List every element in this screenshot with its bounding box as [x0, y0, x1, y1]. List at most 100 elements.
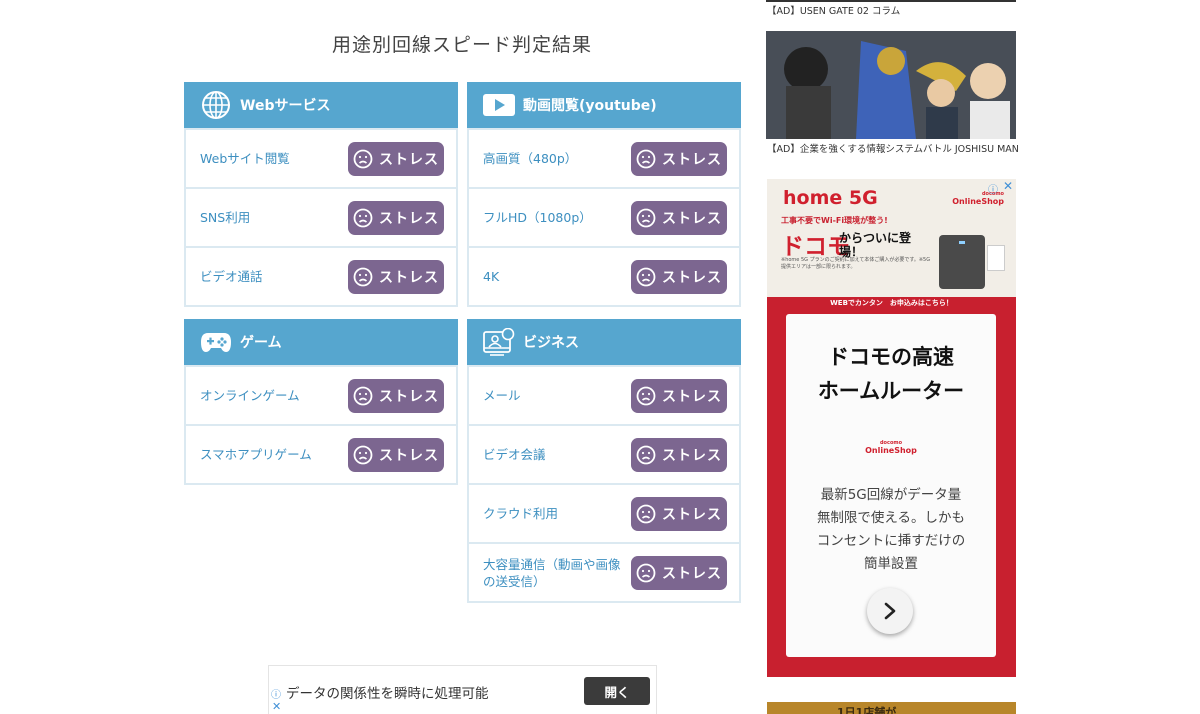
shop-label: OnlineShop — [865, 446, 917, 455]
sad-face-icon — [636, 149, 656, 168]
ad-caption-joshisu[interactable]: 【AD】企業を強くする情報システムバトル JOSHISU MAN — [767, 141, 1019, 155]
router-image — [939, 235, 985, 289]
ad-bottom-strip[interactable]: 1日1店舗が — [767, 702, 1016, 714]
web-apply-text: WEBでカンタン お申込みはこちら！ — [830, 299, 953, 307]
list-item: SNS利用 ストレス — [186, 187, 456, 246]
gamepad-icon — [200, 326, 232, 358]
open-button[interactable]: 開く — [584, 677, 650, 705]
sad-face-icon — [353, 208, 373, 227]
stress-badge[interactable]: ストレス — [631, 141, 727, 176]
sad-face-icon — [353, 267, 373, 286]
ad-close-icon[interactable]: ✕ — [1003, 179, 1013, 193]
stress-badge[interactable]: ストレス — [348, 200, 444, 235]
list-item: メール ストレス — [469, 365, 739, 424]
info-icon[interactable]: ⓘ — [271, 686, 281, 701]
list-item: スマホアプリゲーム ストレス — [186, 424, 456, 483]
stress-label: ストレス — [379, 269, 439, 286]
docomo-tagline: 工事不要でWi-Fi環境が整う! — [781, 216, 888, 225]
stress-badge[interactable]: ストレス — [348, 437, 444, 472]
usage-label: スマホアプリゲーム — [200, 447, 312, 462]
chevron-right-icon — [884, 602, 896, 620]
usage-label: クラウド利用 — [483, 506, 559, 521]
card-video: 動画閲覧(youtube) 高画質（480p） ストレス フルHD（1080p）… — [467, 82, 741, 307]
close-icon[interactable]: ✕ — [272, 700, 281, 713]
title-line-1: ドコモの高速 — [828, 345, 954, 369]
usage-label: 4K — [483, 269, 500, 284]
shop-label: OnlineShop — [952, 197, 1004, 206]
stress-label: ストレス — [379, 151, 439, 168]
card-title: 動画閲覧(youtube) — [523, 98, 657, 114]
online-shop-logo-mid: docomo OnlineShop — [786, 440, 996, 455]
list-item: 高画質（480p） ストレス — [469, 128, 739, 187]
card-header-web: Webサービス — [184, 82, 458, 128]
stress-label: ストレス — [662, 447, 722, 464]
usage-label: Webサイト閲覧 — [200, 151, 290, 166]
stress-badge[interactable]: ストレス — [631, 200, 727, 235]
card-header-game: ゲーム — [184, 319, 458, 365]
card-header-business: ビジネス — [467, 319, 741, 365]
desc-line: コンセントに挿すだけの — [816, 533, 966, 549]
title-line-2: ホームルーター — [817, 379, 965, 403]
docomo-ad-card: ドコモの高速 ホームルーター docomo OnlineShop 最新5G回線が… — [786, 314, 996, 657]
docomo-notes: ※home 5G プランのご契約に加えて本体ご購入が必要です。※5G提供エリアは… — [781, 257, 931, 270]
list-item: 4K ストレス — [469, 246, 739, 305]
usage-label: ビデオ会議 — [483, 447, 546, 462]
play-icon — [483, 89, 515, 121]
list-item: フルHD（1080p） ストレス — [469, 187, 739, 246]
stress-badge[interactable]: ストレス — [631, 437, 727, 472]
stress-badge[interactable]: ストレス — [348, 378, 444, 413]
card-web-services: Webサービス Webサイト閲覧 ストレス SNS利用 ストレス ビデオ通話 ス… — [184, 82, 458, 307]
page-title: 用途別回線スピード判定結果 — [331, 34, 592, 56]
sad-face-icon — [636, 504, 656, 523]
docomo-brand-sub: からついに登場！ — [839, 231, 912, 259]
usage-label: 大容量通信（動画や画像の送受信） — [483, 556, 621, 589]
ad-caption-usen[interactable]: 【AD】USEN GATE 02 コラム — [767, 3, 900, 17]
stress-label: ストレス — [662, 151, 722, 168]
stress-label: ストレス — [379, 210, 439, 227]
usage-label: フルHD（1080p） — [483, 210, 592, 225]
usage-label: オンラインゲーム — [200, 388, 300, 403]
docomo-ad[interactable]: home 5G docomo OnlineShop ⓘ ✕ 工事不要でWi-Fi環… — [767, 179, 1016, 677]
bottom-ad-bar: ⓘ ✕ データの関係性を瞬時に処理可能 開く — [268, 665, 657, 714]
docomo-ad-title: ドコモの高速 ホームルーター — [786, 340, 996, 408]
sad-face-icon — [636, 208, 656, 227]
usage-label: SNS利用 — [200, 210, 251, 225]
card-title: Webサービス — [240, 98, 331, 114]
stress-badge[interactable]: ストレス — [348, 141, 444, 176]
stress-badge[interactable]: ストレス — [348, 259, 444, 294]
desc-line: 無制限で使える。しかも — [816, 510, 966, 526]
sad-face-icon — [636, 267, 656, 286]
ad-next-button[interactable] — [867, 588, 913, 634]
card-title: ビジネス — [523, 335, 579, 351]
list-item: ビデオ会議 ストレス — [469, 424, 739, 483]
sad-face-icon — [636, 386, 656, 405]
stress-label: ストレス — [662, 506, 722, 523]
list-item: オンラインゲーム ストレス — [186, 365, 456, 424]
ad-image-joshisu[interactable] — [766, 31, 1016, 139]
usage-label: メール — [483, 388, 521, 403]
bottom-ad-text: データの関係性を瞬時に処理可能 — [286, 686, 489, 702]
card-business: ビジネス メール ストレス ビデオ会議 ストレス クラウド利用 ストレス 大容量… — [467, 319, 741, 603]
docomo-ad-banner: home 5G docomo OnlineShop ⓘ ✕ 工事不要でWi-Fi環… — [767, 179, 1016, 297]
sad-face-icon — [636, 563, 656, 582]
stress-label: ストレス — [662, 210, 722, 227]
sad-face-icon — [353, 386, 373, 405]
sad-face-icon — [353, 445, 373, 464]
stress-badge[interactable]: ストレス — [631, 259, 727, 294]
stress-badge[interactable]: ストレス — [631, 378, 727, 413]
card-title: ゲーム — [240, 335, 282, 351]
globe-icon — [200, 89, 232, 121]
stress-badge[interactable]: ストレス — [631, 496, 727, 531]
list-item: 大容量通信（動画や画像の送受信） ストレス — [469, 542, 739, 601]
stress-label: ストレス — [662, 269, 722, 286]
ad-top-image-edge[interactable] — [766, 0, 1016, 2]
ad-info-icon[interactable]: ⓘ — [988, 181, 998, 196]
stress-label: ストレス — [379, 388, 439, 405]
stress-badge[interactable]: ストレス — [631, 555, 727, 590]
usage-label: ビデオ通話 — [200, 269, 263, 284]
usage-label: 高画質（480p） — [483, 151, 578, 166]
list-item: クラウド利用 ストレス — [469, 483, 739, 542]
sad-face-icon — [353, 149, 373, 168]
card-header-video: 動画閲覧(youtube) — [467, 82, 741, 128]
desc-line: 簡単設置 — [864, 556, 918, 572]
